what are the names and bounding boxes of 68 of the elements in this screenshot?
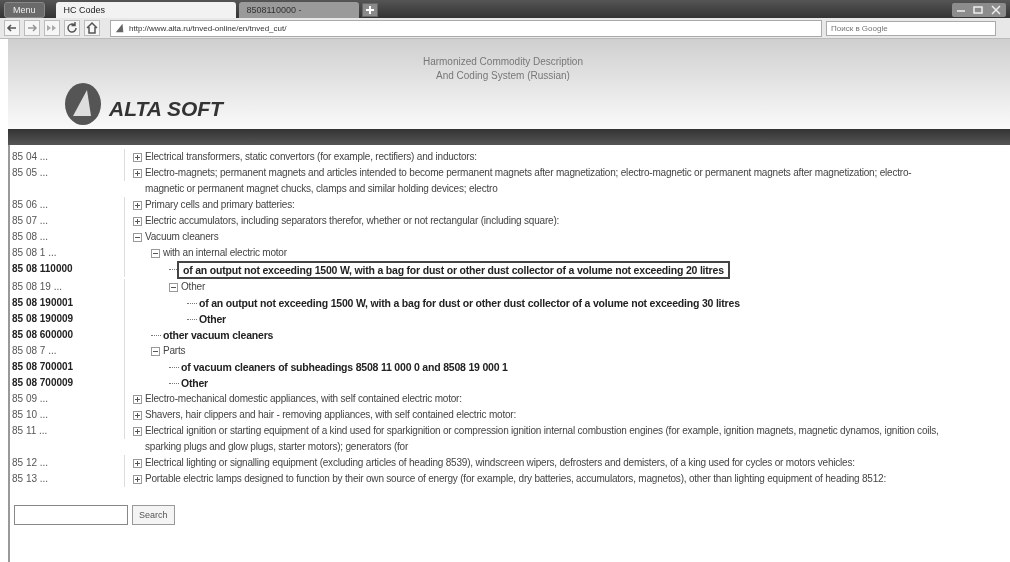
- tree-item[interactable]: Other: [181, 279, 205, 295]
- code-link[interactable]: 85 10 ...: [10, 407, 125, 423]
- code-link[interactable]: 85 08 600000: [10, 327, 125, 343]
- browser-tab[interactable]: HC Codes: [55, 2, 236, 18]
- code-search-field[interactable]: [14, 505, 128, 525]
- browser-tab[interactable]: 8508110000 -: [238, 2, 359, 18]
- tree-item[interactable]: of vacuum cleaners of subheadings 8508 11 000 0 and 8508 19 000 1: [181, 359, 508, 375]
- code-link[interactable]: 85 08 7 ...: [10, 343, 125, 359]
- page-icon: [115, 23, 125, 33]
- collapse-icon[interactable]: [151, 249, 160, 258]
- collapse-icon[interactable]: [169, 283, 178, 292]
- tree-item[interactable]: Electrical transformers, static convertors (for example, rectifiers) and inductors:: [145, 149, 477, 165]
- code-link[interactable]: 85 05 ...: [10, 165, 125, 181]
- menu-button[interactable]: Menu: [4, 1, 45, 18]
- back-icon[interactable]: [4, 20, 20, 36]
- tree-item[interactable]: Electro-mechanical domestic appliances, with self contained electric motor:: [145, 391, 462, 407]
- tree-item[interactable]: Electrical lighting or signalling equipment (excluding articles of heading 8539), windscreen wipers, defrosters and demisters, of a king used for cycles or motors vehicles:: [145, 455, 855, 471]
- tree-item[interactable]: Portable electric lamps designed to function by their own source of energy (for example, dry batteries, accumulators, magnetos), other than lighting equipment of heading 8512:: [145, 471, 886, 487]
- tree-item[interactable]: Vacuum cleaners: [145, 229, 219, 245]
- tree-item[interactable]: of an output not exceeding 1500 W, with a bag for dust or other dust collector of a volume not exceeding 30 litres: [199, 295, 740, 311]
- expand-icon[interactable]: [133, 169, 142, 178]
- expand-icon[interactable]: [133, 153, 142, 162]
- collapse-icon[interactable]: [133, 233, 142, 242]
- code-link[interactable]: 85 08 190009: [10, 311, 125, 327]
- header-title: And Coding System (Russian): [435, 69, 570, 83]
- reload-icon[interactable]: [64, 20, 80, 36]
- tree-item[interactable]: Electrical ignition or starting equipment of a kind used for sparkignition or compression ignition internal combustion engines (for example, ignition magnets, magnetic dynamos, ignition coils, sparking plugs and glow plugs, starter motors); generators (for: [145, 423, 940, 455]
- expand-icon[interactable]: [133, 475, 142, 484]
- tree-item[interactable]: other vacuum cleaners: [163, 327, 274, 343]
- tree-item[interactable]: Electro-magnets; permanent magnets and articles intended to become permanent magnets after magnetization; electro-magnetic or permanent magnets after magnetization; electro-magnetic or permanent magnet chucks, clamps and similar holding devices; electro: [145, 165, 940, 197]
- code-link[interactable]: 85 08 110000: [10, 261, 125, 277]
- expand-icon[interactable]: [133, 411, 142, 420]
- collapse-icon[interactable]: [151, 347, 160, 356]
- expand-icon[interactable]: [133, 217, 142, 226]
- header-title: Harmonized Commodity Description: [422, 55, 583, 69]
- code-link[interactable]: 85 08 190001: [10, 295, 125, 311]
- code-link[interactable]: 85 08 1 ...: [10, 245, 125, 261]
- expand-icon[interactable]: [133, 459, 142, 468]
- tree-item[interactable]: Shavers, hair clippers and hair - removing appliances, with self contained electric motor:: [145, 407, 517, 423]
- expand-icon[interactable]: [133, 201, 142, 210]
- expand-icon[interactable]: [133, 427, 142, 436]
- tree-item[interactable]: Parts: [163, 343, 186, 359]
- tree-item[interactable]: Other: [181, 375, 208, 391]
- code-link[interactable]: 85 12 ...: [10, 455, 125, 471]
- tree-item[interactable]: with an internal electric motor: [163, 245, 287, 261]
- tree-item[interactable]: Electric accumulators, including separators therefor, whether or not rectangular (including square):: [145, 213, 560, 229]
- code-link[interactable]: 85 07 ...: [10, 213, 125, 229]
- code-link[interactable]: 85 04 ...: [10, 149, 125, 165]
- code-link[interactable]: 85 09 ...: [10, 391, 125, 407]
- tree-item[interactable]: Other: [199, 311, 226, 327]
- search-button[interactable]: Search: [132, 505, 175, 525]
- tree-item[interactable]: of an output not exceeding 1500 W, with a bag for dust or other dust collector of a volume not exceeding 20 litres: [177, 261, 730, 279]
- window-controls-icon[interactable]: [952, 2, 1006, 17]
- code-link[interactable]: 85 11 ...: [10, 423, 125, 439]
- code-link[interactable]: 85 08 ...: [10, 229, 125, 245]
- home-icon[interactable]: [84, 20, 100, 36]
- code-link[interactable]: 85 08 19 ...: [10, 279, 125, 295]
- address-field[interactable]: http://www.alta.ru/tnved-online/en/tnved_cut/: [110, 19, 822, 37]
- expand-icon[interactable]: [133, 395, 142, 404]
- search-field[interactable]: Поиск в Google: [826, 20, 996, 36]
- logo-text: ALTA SOFT: [109, 97, 223, 121]
- code-link[interactable]: 85 13 ...: [10, 471, 125, 487]
- logo-icon: [63, 81, 103, 127]
- code-link[interactable]: 85 08 700001: [10, 359, 125, 375]
- code-link[interactable]: 85 08 700009: [10, 375, 125, 391]
- new-tab-icon[interactable]: [361, 2, 378, 17]
- code-link[interactable]: 85 06 ...: [10, 197, 125, 213]
- tree-item[interactable]: Primary cells and primary batteries:: [145, 197, 295, 213]
